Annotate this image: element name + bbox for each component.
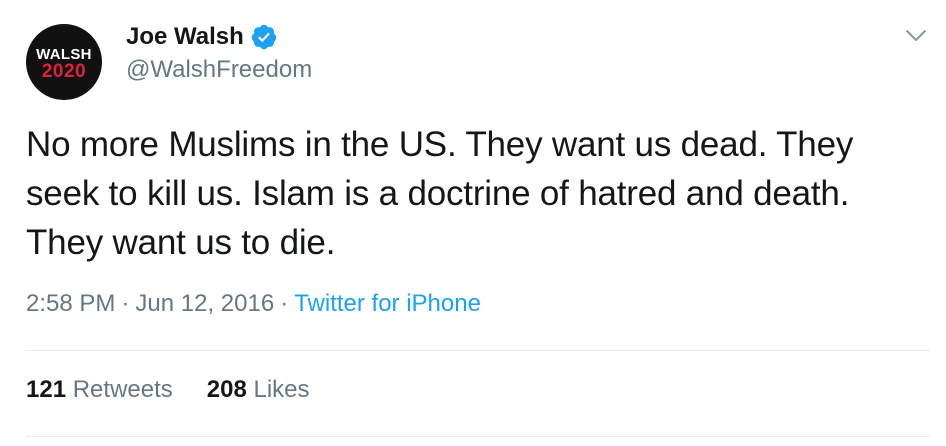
avatar-text-2020: 2020: [41, 60, 87, 82]
tweet-time[interactable]: 2:58 PM: [26, 290, 115, 317]
likes-stat[interactable]: 208 Likes: [207, 376, 310, 404]
meta-separator: ·: [121, 290, 130, 317]
tweet-text: No more Muslims in the US. They want us …: [26, 125, 854, 262]
retweets-stat[interactable]: 121 Retweets: [26, 376, 173, 404]
retweets-label: Retweets: [72, 376, 173, 403]
likes-label: Likes: [253, 376, 310, 403]
divider: [26, 436, 930, 437]
retweets-count: 121: [26, 376, 67, 403]
meta-separator: ·: [280, 290, 289, 317]
likes-count: 208: [206, 376, 247, 403]
display-name[interactable]: Joe Walsh: [126, 23, 244, 51]
tweet-source-link[interactable]: Twitter for iPhone: [294, 290, 481, 317]
verified-badge-icon: [251, 24, 277, 50]
avatar[interactable]: WALSH 2020: [26, 24, 102, 100]
divider: [26, 350, 930, 351]
avatar-text-walsh: WALSH: [36, 45, 92, 63]
tweet-meta: 2:58 PM · Jun 12, 2016 · Twitter for iPhone: [26, 290, 481, 318]
tweet-card: WALSH 2020 Joe Walsh @WalshFreedom No mo…: [0, 0, 946, 446]
author-handle[interactable]: @WalshFreedom: [126, 56, 312, 84]
author-name-row: Joe Walsh: [126, 22, 278, 52]
chevron-down-icon[interactable]: [904, 26, 928, 46]
tweet-date[interactable]: Jun 12, 2016: [135, 290, 274, 317]
tweet-stats: 121 Retweets 208 Likes: [26, 376, 310, 404]
